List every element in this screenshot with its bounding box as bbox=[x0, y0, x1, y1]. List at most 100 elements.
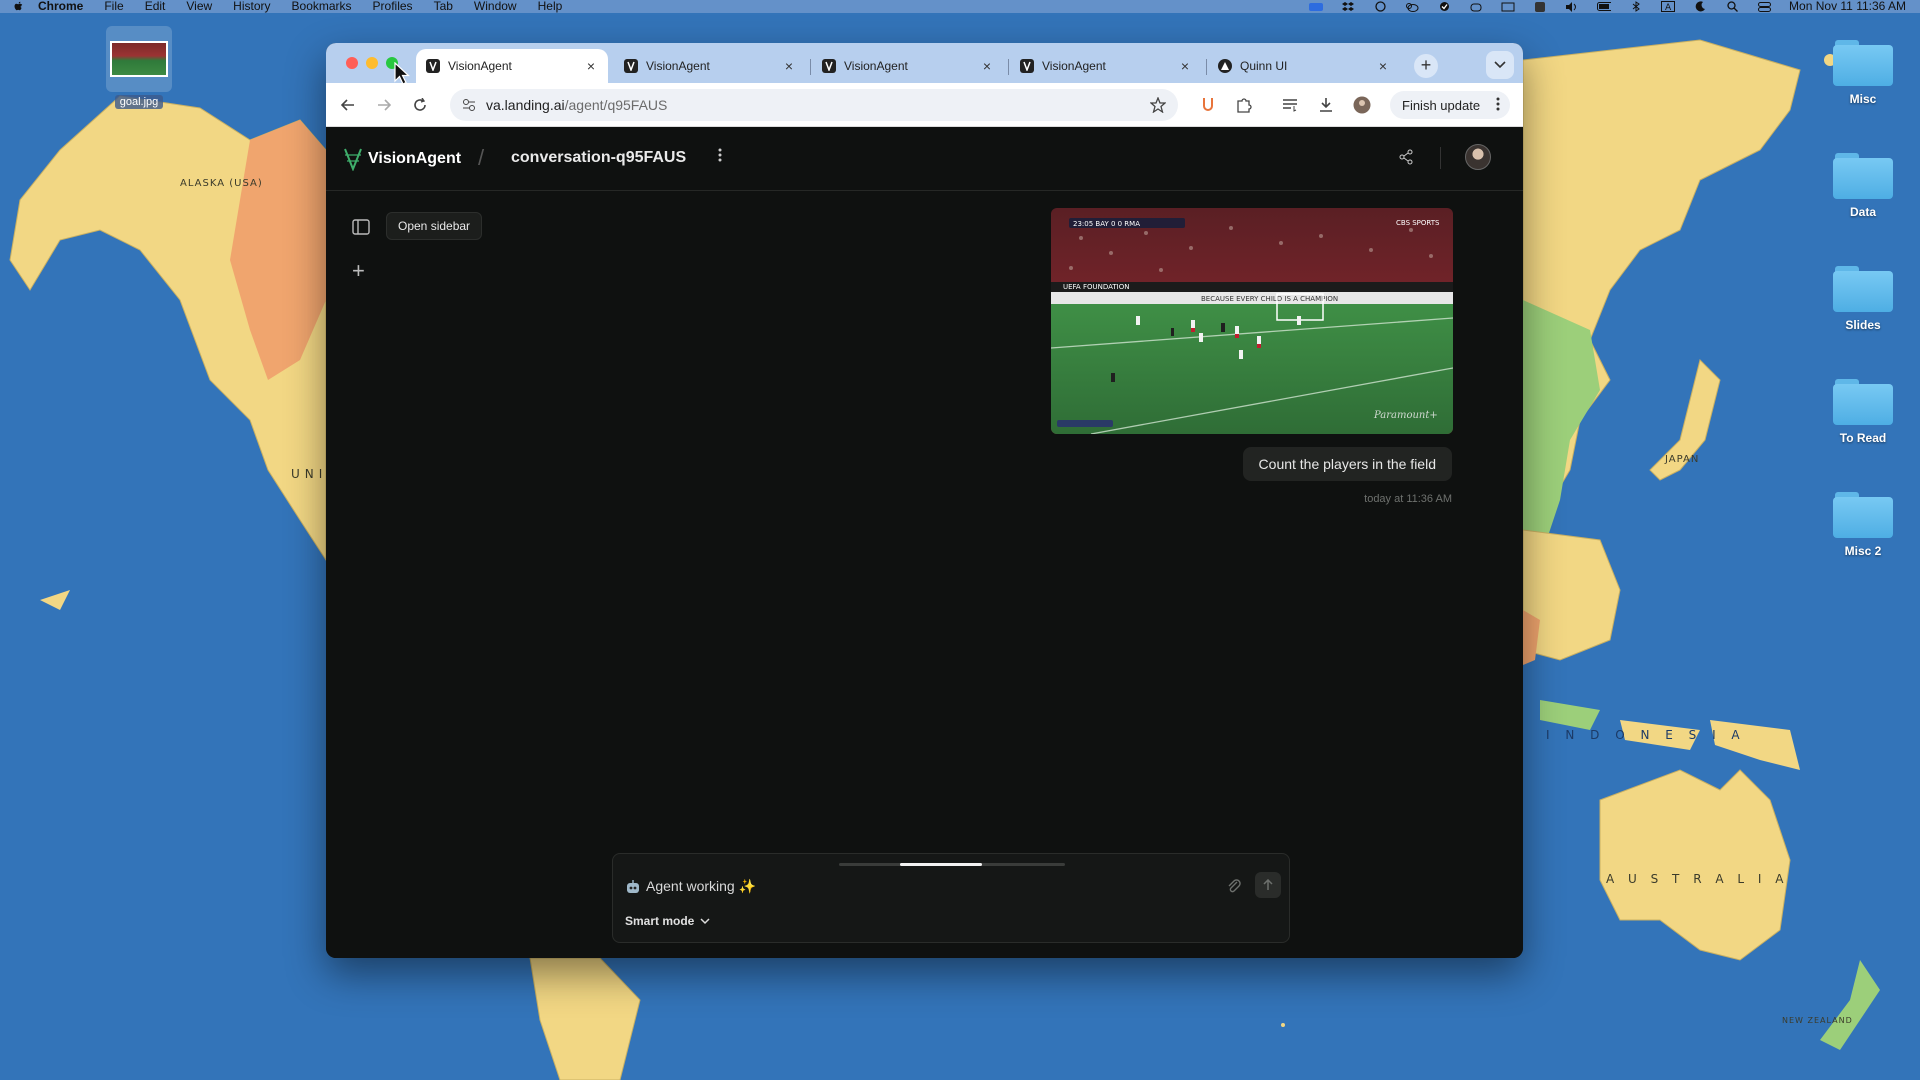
tab-title: VisionAgent bbox=[1042, 59, 1106, 73]
bookmark-star-icon[interactable] bbox=[1149, 96, 1167, 116]
folder-label: Misc bbox=[1849, 92, 1877, 106]
spotlight-search-icon[interactable] bbox=[1725, 1, 1739, 12]
control-center-icon[interactable] bbox=[1757, 1, 1771, 12]
map-label-indonesia: I N D O N E S I A bbox=[1546, 728, 1746, 742]
screenshot-icon[interactable] bbox=[1501, 1, 1515, 12]
extension-u-icon[interactable] bbox=[1198, 95, 1218, 115]
reload-icon[interactable] bbox=[410, 95, 430, 115]
image-broadcaster-text: CBS SPORTS bbox=[1396, 219, 1440, 227]
new-conversation-icon[interactable]: + bbox=[352, 260, 365, 282]
tab-search-button[interactable] bbox=[1486, 51, 1514, 79]
keyboard-input-icon[interactable]: A bbox=[1661, 1, 1676, 12]
share-icon[interactable] bbox=[1398, 149, 1416, 167]
smart-mode-select[interactable]: Smart mode bbox=[625, 914, 710, 928]
robot-icon bbox=[627, 879, 639, 893]
agent-progress-bar bbox=[839, 863, 1065, 866]
menu-history[interactable]: History bbox=[233, 0, 270, 13]
tab-visionagent-1[interactable]: VisionAgent × bbox=[416, 49, 608, 83]
sidebar-toggle-icon[interactable] bbox=[352, 219, 370, 235]
menu-bar-clock[interactable]: Mon Nov 11 11:36 AM bbox=[1789, 0, 1906, 13]
site-settings-icon[interactable] bbox=[462, 98, 476, 115]
uploaded-image-message[interactable]: UEFA FOUNDATION BECAUSE EVERY CHILD IS A… bbox=[1051, 208, 1453, 434]
url-path: /agent/q95FAUS bbox=[564, 97, 668, 113]
window-close-button[interactable] bbox=[346, 57, 358, 69]
image-file-thumbnail bbox=[106, 26, 172, 92]
send-button[interactable] bbox=[1255, 872, 1281, 898]
paperclip-icon[interactable] bbox=[1227, 878, 1243, 894]
brand-name: VisionAgent bbox=[368, 150, 462, 167]
controller-icon[interactable] bbox=[1469, 1, 1483, 12]
tab-visionagent-2[interactable]: VisionAgent × bbox=[614, 49, 806, 83]
dropbox-icon[interactable] bbox=[1341, 1, 1355, 12]
visionagent-logo[interactable]: VisionAgent bbox=[342, 147, 461, 171]
tab-close-icon[interactable]: × bbox=[1376, 59, 1390, 73]
new-tab-button[interactable]: + bbox=[1414, 54, 1438, 78]
folder-icon bbox=[1833, 492, 1893, 538]
menu-window[interactable]: Window bbox=[474, 0, 517, 13]
forward-arrow-icon[interactable] bbox=[374, 95, 394, 115]
menu-profiles[interactable]: Profiles bbox=[373, 0, 413, 13]
tab-visionagent-4[interactable]: VisionAgent × bbox=[1010, 49, 1202, 83]
menu-bookmarks[interactable]: Bookmarks bbox=[292, 0, 352, 13]
desktop-folder-slides[interactable]: Slides bbox=[1828, 266, 1898, 332]
conversation-menu-icon[interactable] bbox=[718, 148, 722, 167]
desktop-folder-data[interactable]: Data bbox=[1828, 153, 1898, 219]
tab-close-icon[interactable]: × bbox=[1178, 59, 1192, 73]
desktop-folder-misc-2[interactable]: Misc 2 bbox=[1828, 492, 1898, 558]
tab-quinn-ui[interactable]: Quinn UI × bbox=[1208, 49, 1400, 83]
volume-icon[interactable] bbox=[1565, 1, 1579, 12]
tab-separator bbox=[1206, 59, 1207, 75]
menu-edit[interactable]: Edit bbox=[145, 0, 166, 13]
conversation-title[interactable]: conversation-q95FAUS bbox=[511, 149, 686, 167]
folder-label: Slides bbox=[1845, 318, 1881, 332]
tab-visionagent-3[interactable]: VisionAgent × bbox=[812, 49, 1004, 83]
tab-separator bbox=[1008, 59, 1009, 75]
moon-icon[interactable] bbox=[1693, 1, 1707, 12]
app-square-icon[interactable] bbox=[1533, 1, 1547, 12]
tab-close-icon[interactable]: × bbox=[584, 59, 598, 73]
menu-app-chrome[interactable]: Chrome bbox=[38, 0, 83, 13]
desktop-folder-to-read[interactable]: To Read bbox=[1828, 379, 1898, 445]
menu-file[interactable]: File bbox=[104, 0, 123, 13]
menu-bar-status-area: A Mon Nov 11 11:36 AM bbox=[1309, 0, 1920, 13]
battery-icon[interactable] bbox=[1597, 1, 1612, 12]
menu-view[interactable]: View bbox=[186, 0, 212, 13]
user-avatar[interactable] bbox=[1465, 144, 1491, 170]
breadcrumb-separator: / bbox=[478, 145, 485, 170]
desktop-file-goal[interactable]: goal.jpg bbox=[104, 26, 174, 110]
weather-icon[interactable] bbox=[1405, 1, 1419, 12]
visionagent-app: VisionAgent / conversation-q95FAUS Open … bbox=[326, 127, 1523, 958]
menu-help[interactable]: Help bbox=[538, 0, 563, 13]
download-icon[interactable] bbox=[1316, 95, 1336, 115]
visionagent-favicon-icon bbox=[426, 59, 440, 73]
tab-close-icon[interactable]: × bbox=[782, 59, 796, 73]
soccer-match-image: UEFA FOUNDATION BECAUSE EVERY CHILD IS A… bbox=[1051, 208, 1453, 434]
window-minimize-button[interactable] bbox=[366, 57, 378, 69]
profile-avatar-icon[interactable] bbox=[1352, 95, 1372, 115]
folder-label: Data bbox=[1849, 205, 1876, 219]
visionagent-logo-icon bbox=[344, 148, 362, 171]
finish-update-button[interactable]: Finish update bbox=[1390, 91, 1510, 119]
zoom-icon[interactable] bbox=[1309, 1, 1324, 12]
extensions-puzzle-icon[interactable] bbox=[1234, 95, 1254, 115]
map-label-australia: A U S T R A L I A bbox=[1606, 872, 1789, 886]
agent-status: Agent working ✨ bbox=[625, 878, 756, 895]
reading-list-icon[interactable] bbox=[1280, 95, 1300, 115]
chatgpt-icon[interactable] bbox=[1373, 1, 1387, 12]
bluetooth-icon[interactable] bbox=[1629, 1, 1643, 12]
apple-icon[interactable] bbox=[12, 1, 26, 12]
address-bar[interactable]: va.landing.ai/agent/q95FAUS bbox=[450, 89, 1178, 121]
folder-icon bbox=[1833, 266, 1893, 312]
chat-composer[interactable]: Agent working ✨ Smart mode bbox=[612, 853, 1290, 943]
app-header: VisionAgent / conversation-q95FAUS bbox=[326, 127, 1523, 191]
check-circle-icon[interactable] bbox=[1437, 1, 1451, 12]
tab-close-icon[interactable]: × bbox=[980, 59, 994, 73]
desktop-folder-misc[interactable]: Misc bbox=[1828, 40, 1898, 106]
back-arrow-icon[interactable] bbox=[338, 95, 358, 115]
chevron-down-icon bbox=[1494, 61, 1506, 69]
tab-separator bbox=[810, 59, 811, 75]
map-label-japan: JAPAN bbox=[1665, 454, 1700, 465]
tab-title: Quinn UI bbox=[1240, 59, 1288, 73]
chevron-down-icon bbox=[700, 918, 710, 925]
menu-tab[interactable]: Tab bbox=[434, 0, 453, 13]
